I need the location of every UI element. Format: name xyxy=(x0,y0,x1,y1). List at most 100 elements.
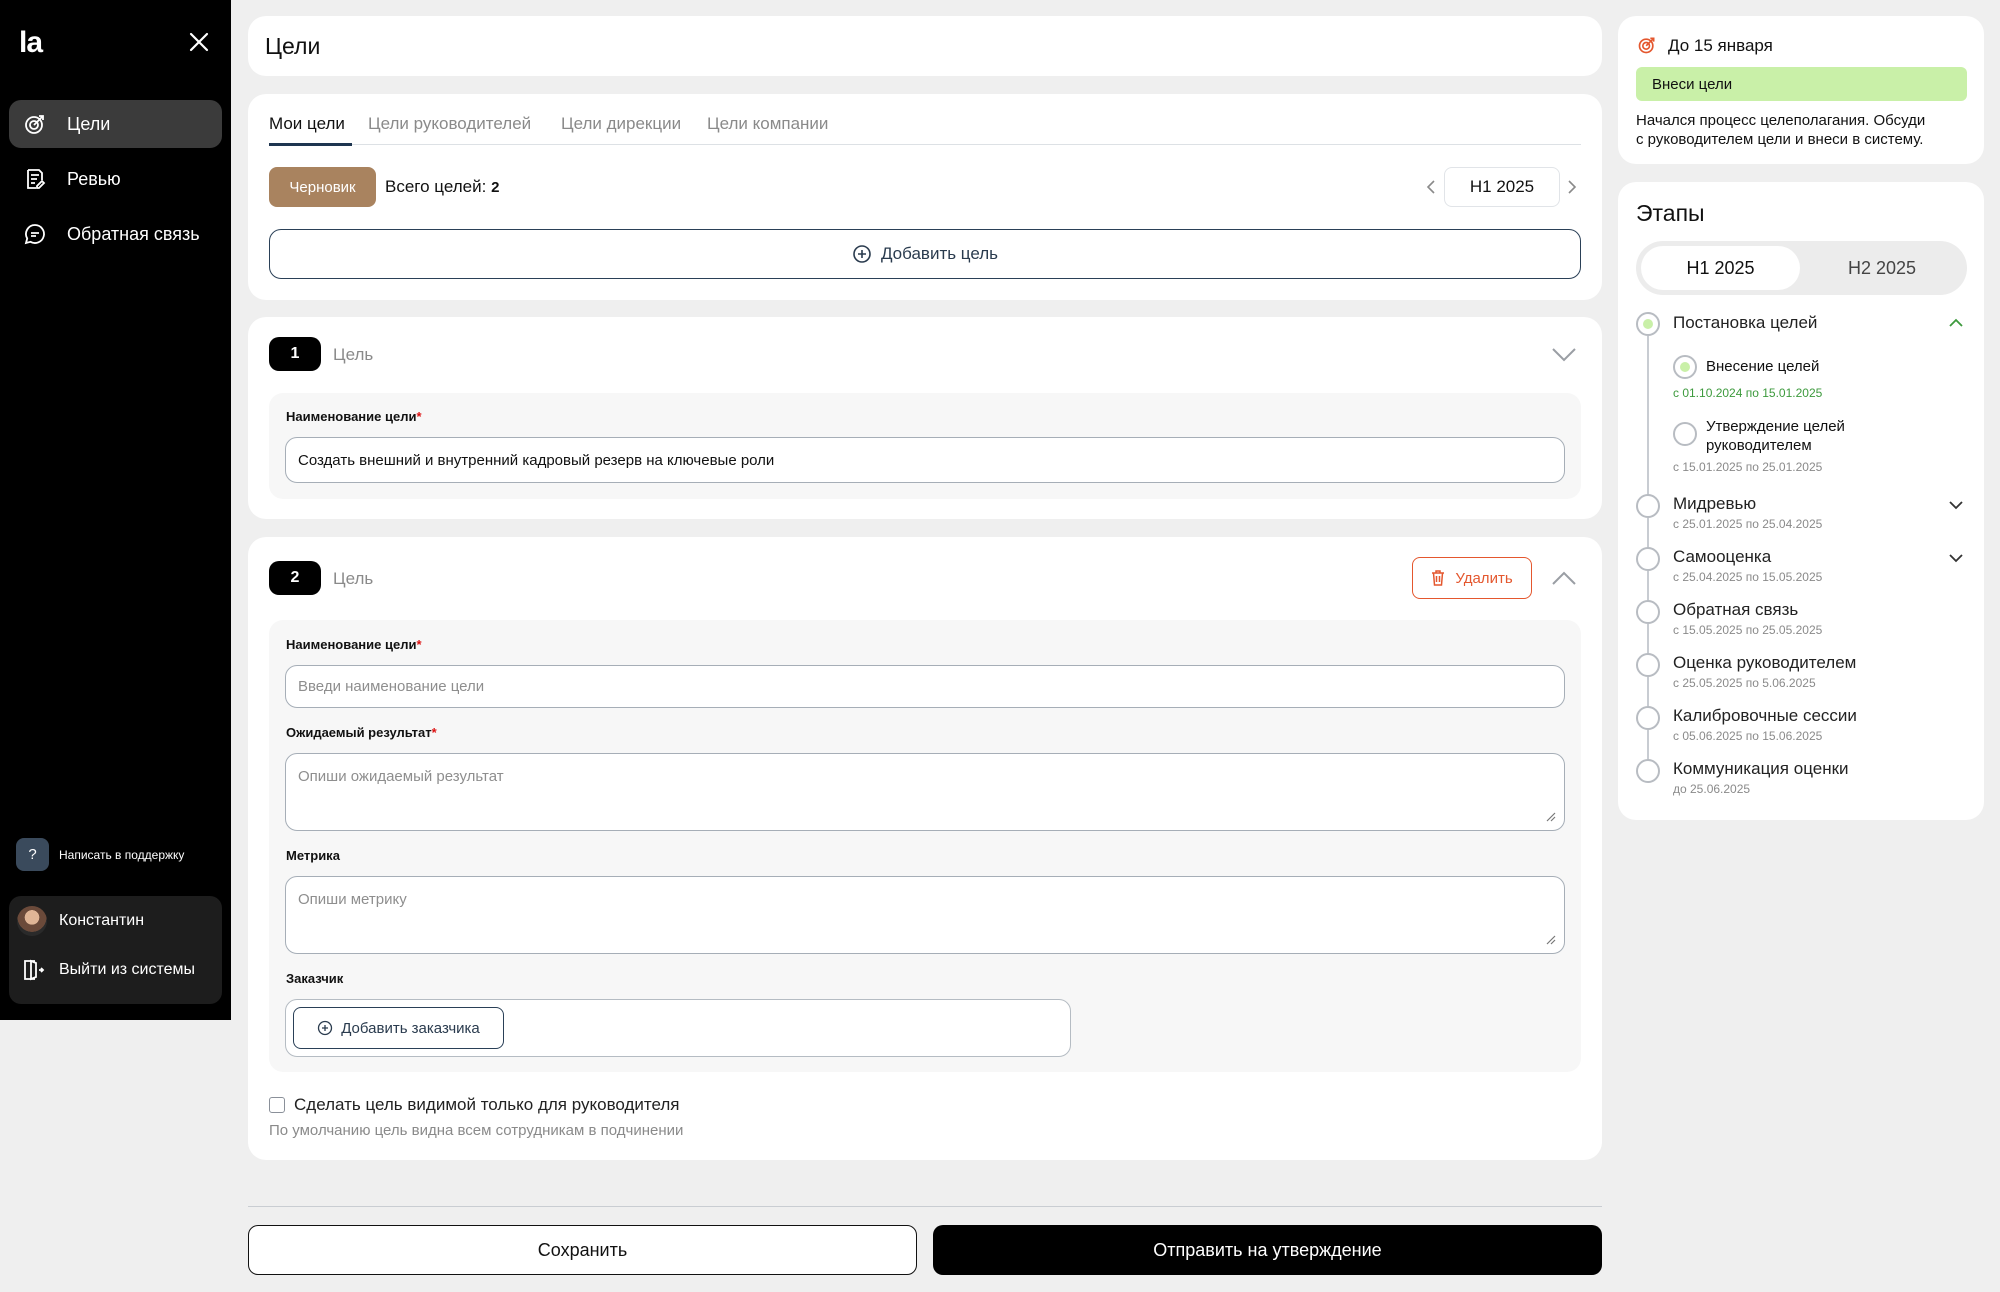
sidebar-item-review[interactable]: Ревью xyxy=(9,155,222,203)
chevron-up-icon[interactable] xyxy=(1948,318,1964,328)
deadline-text: Начался процесс целеполагания. Обсуди с … xyxy=(1636,111,1925,149)
deadline-text-line: Начался процесс целеполагания. Обсуди xyxy=(1636,112,1926,129)
tab-managers-goals[interactable]: Цели руководителей xyxy=(368,114,531,134)
visibility-checkbox[interactable] xyxy=(269,1097,285,1113)
sidebar-item-label: Обратная связь xyxy=(67,223,200,244)
prev-period-icon[interactable] xyxy=(1425,179,1437,195)
metric-placeholder: Опиши метрику xyxy=(298,891,407,908)
add-goal-button[interactable]: Добавить цель xyxy=(269,229,1581,279)
required-mark: * xyxy=(431,725,437,740)
chevron-down-icon[interactable] xyxy=(1551,347,1577,363)
goal-label: Цель xyxy=(333,569,374,588)
metric-label: Метрика xyxy=(286,848,340,863)
deadline-banner: Внеси цели xyxy=(1636,67,1967,101)
period-h1-button[interactable]: H1 2025 xyxy=(1641,246,1800,290)
stage-name[interactable]: Обратная связь xyxy=(1673,600,1798,620)
visibility-checkbox-label[interactable]: Сделать цель видимой только для руководи… xyxy=(294,1095,680,1115)
substep-date: с 15.01.2025 по 25.01.2025 xyxy=(1673,460,1823,474)
stage-name[interactable]: Самооценка xyxy=(1673,547,1771,567)
resize-handle-icon[interactable] xyxy=(1544,933,1556,945)
substep-name[interactable]: Внесение целей xyxy=(1706,358,1819,375)
logout-icon xyxy=(21,958,45,982)
required-mark: * xyxy=(416,409,422,424)
plus-circle-icon xyxy=(852,244,872,264)
goal-name-label-text: Наименование цели xyxy=(286,409,417,424)
add-customer-button[interactable]: Добавить заказчика xyxy=(293,1007,504,1049)
stage-status-icon xyxy=(1636,547,1660,571)
tab-directorate-goals[interactable]: Цели дирекции xyxy=(561,114,681,134)
next-period-icon[interactable] xyxy=(1566,179,1578,195)
document-edit-icon xyxy=(23,167,67,191)
total-goals-count: 2 xyxy=(491,179,500,196)
tab-my-goals[interactable]: Мои цели xyxy=(269,114,345,134)
status-badge: Черновик xyxy=(269,167,376,207)
user-panel: Константин Выйти из системы xyxy=(9,896,222,1004)
footer-divider xyxy=(248,1206,1602,1207)
substep-name-line: руководителем xyxy=(1706,437,1812,454)
target-icon xyxy=(23,112,67,136)
resize-handle-icon[interactable] xyxy=(1544,810,1556,822)
deadline-title: До 15 января xyxy=(1668,36,1773,55)
stage-date: с 25.04.2025 по 15.05.2025 xyxy=(1673,570,1823,584)
goal-number-badge: 2 xyxy=(269,561,321,595)
substep-name[interactable]: Утверждение целей руководителем xyxy=(1706,417,1845,455)
stage-status-icon xyxy=(1636,494,1660,518)
substep-status-icon xyxy=(1673,355,1697,379)
support-link[interactable]: ? Написать в поддержку xyxy=(16,838,184,871)
stage-date: с 05.06.2025 по 15.06.2025 xyxy=(1673,729,1823,743)
target-icon xyxy=(1637,35,1657,55)
tab-active-underline xyxy=(269,143,352,146)
submit-for-approval-button[interactable]: Отправить на утверждение xyxy=(933,1225,1602,1275)
substep-status-icon xyxy=(1673,422,1697,446)
stage-status-icon xyxy=(1636,312,1660,336)
trash-icon xyxy=(1431,570,1445,586)
stages-title: Этапы xyxy=(1636,200,1705,226)
stage-name[interactable]: Калибровочные сессии xyxy=(1673,706,1857,726)
user-name: Константин xyxy=(59,912,145,929)
save-button[interactable]: Сохранить xyxy=(248,1225,917,1275)
goal-name-input[interactable]: Введи наименование цели xyxy=(285,665,1565,708)
page-header: Цели xyxy=(248,16,1602,76)
period-selector[interactable]: H1 2025 xyxy=(1444,167,1560,207)
avatar xyxy=(17,906,47,936)
stage-name[interactable]: Коммуникация оценки xyxy=(1673,759,1849,779)
chevron-down-icon[interactable] xyxy=(1948,500,1964,510)
delete-goal-button[interactable]: Удалить xyxy=(1412,557,1532,599)
add-customer-label: Добавить заказчика xyxy=(341,1019,480,1037)
stage-status-icon xyxy=(1636,759,1660,783)
customer-label: Заказчик xyxy=(286,971,344,986)
total-goals: Всего целей: 2 xyxy=(385,177,499,197)
goal-name-label: Наименование цели* xyxy=(286,409,422,424)
expected-result-textarea[interactable]: Опиши ожидаемый результат xyxy=(285,753,1565,831)
stage-date: до 25.06.2025 xyxy=(1673,782,1751,796)
visibility-hint: По умолчанию цель видна всем сотрудникам… xyxy=(269,1122,684,1139)
substep-date: с 01.10.2024 по 15.01.2025 xyxy=(1673,386,1823,400)
page-title: Цели xyxy=(265,33,321,59)
add-goal-label: Добавить цель xyxy=(880,244,999,263)
sidebar-item-feedback[interactable]: Обратная связь xyxy=(9,210,222,258)
stage-name[interactable]: Мидревью xyxy=(1673,494,1756,514)
close-icon[interactable] xyxy=(189,32,209,52)
chevron-up-icon[interactable] xyxy=(1551,570,1577,586)
total-goals-label: Всего целей: xyxy=(385,177,487,196)
support-label: Написать в поддержку xyxy=(59,847,185,862)
sidebar-item-label: Ревью xyxy=(67,168,121,189)
logout-button[interactable]: Выйти из системы xyxy=(21,958,195,982)
sidebar: la Цели Ревью Обратная связь ? Написать … xyxy=(0,0,231,1020)
expected-result-label: Ожидаемый результат* xyxy=(286,725,437,740)
sidebar-item-label: Цели xyxy=(67,113,111,134)
substep-name-line: Утверждение целей xyxy=(1706,418,1845,435)
period-h2-button[interactable]: H2 2025 xyxy=(1802,246,1962,290)
tab-company-goals[interactable]: Цели компании xyxy=(707,114,828,134)
stage-status-icon xyxy=(1636,706,1660,730)
chevron-down-icon[interactable] xyxy=(1948,553,1964,563)
user-profile[interactable]: Константин xyxy=(17,906,144,936)
sidebar-item-goals[interactable]: Цели xyxy=(9,100,222,148)
metric-textarea[interactable]: Опиши метрику xyxy=(285,876,1565,954)
stage-name[interactable]: Оценка руководителем xyxy=(1673,653,1856,673)
stage-name[interactable]: Постановка целей xyxy=(1673,313,1817,333)
tabs-divider xyxy=(269,144,1581,145)
goal-name-input[interactable]: Создать внешний и внутренний кадровый ре… xyxy=(285,437,1565,483)
goal-label: Цель xyxy=(333,345,374,364)
stage-status-icon xyxy=(1636,653,1660,677)
